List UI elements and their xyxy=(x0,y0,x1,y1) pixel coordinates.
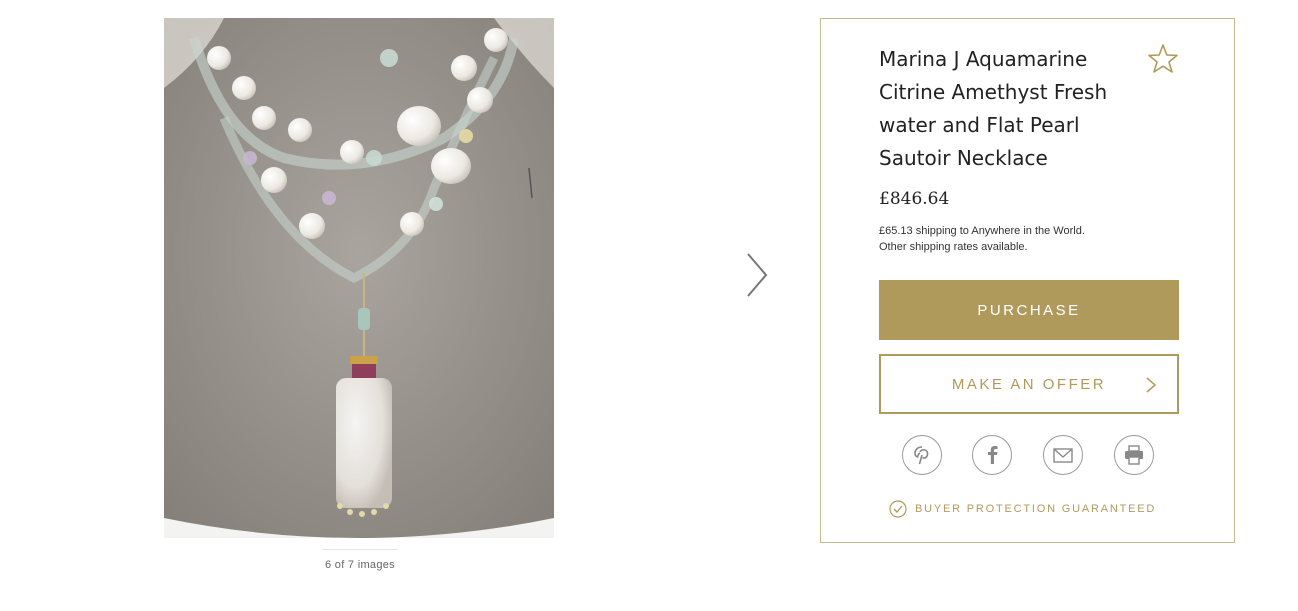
email-icon xyxy=(1053,448,1073,463)
share-row xyxy=(902,435,1164,477)
next-image-button[interactable] xyxy=(740,250,774,300)
product-price: £846.64 xyxy=(879,189,950,209)
necklace-photo xyxy=(164,18,554,538)
email-share-button[interactable] xyxy=(1043,435,1083,475)
print-button[interactable] xyxy=(1114,435,1154,475)
shipping-line-2: Other shipping rates available. xyxy=(879,241,1028,253)
make-offer-label: MAKE AN OFFER xyxy=(951,375,1107,393)
shipping-line-1: £65.13 shipping to Anywhere in the World… xyxy=(879,225,1085,237)
facebook-share-button[interactable] xyxy=(972,435,1012,475)
chevron-right-icon xyxy=(747,253,768,297)
buyer-protection-label: BUYER PROTECTION GUARANTEED xyxy=(915,503,1157,515)
buyer-protection[interactable]: BUYER PROTECTION GUARANTEED xyxy=(889,500,1156,518)
check-circle-icon xyxy=(889,500,907,518)
counter-divider xyxy=(322,549,398,550)
pinterest-share-button[interactable] xyxy=(902,435,942,475)
pinterest-icon xyxy=(914,446,929,465)
print-icon xyxy=(1125,445,1143,465)
purchase-label: PURCHASE xyxy=(977,301,1081,319)
make-offer-button[interactable]: MAKE AN OFFER xyxy=(879,354,1179,414)
facebook-icon xyxy=(988,446,998,464)
product-panel: Marina J Aquamarine Citrine Amethyst Fre… xyxy=(820,18,1235,543)
purchase-button[interactable]: PURCHASE xyxy=(879,280,1179,340)
favorite-button[interactable] xyxy=(1147,43,1179,75)
image-counter: 6 of 7 images xyxy=(325,559,395,571)
star-icon xyxy=(1148,44,1178,73)
shipping-info: £65.13 shipping to Anywhere in the World… xyxy=(879,223,1085,255)
chevron-right-icon xyxy=(1146,377,1157,393)
product-image[interactable] xyxy=(164,18,554,538)
product-title: Marina J Aquamarine Citrine Amethyst Fre… xyxy=(879,47,1108,170)
